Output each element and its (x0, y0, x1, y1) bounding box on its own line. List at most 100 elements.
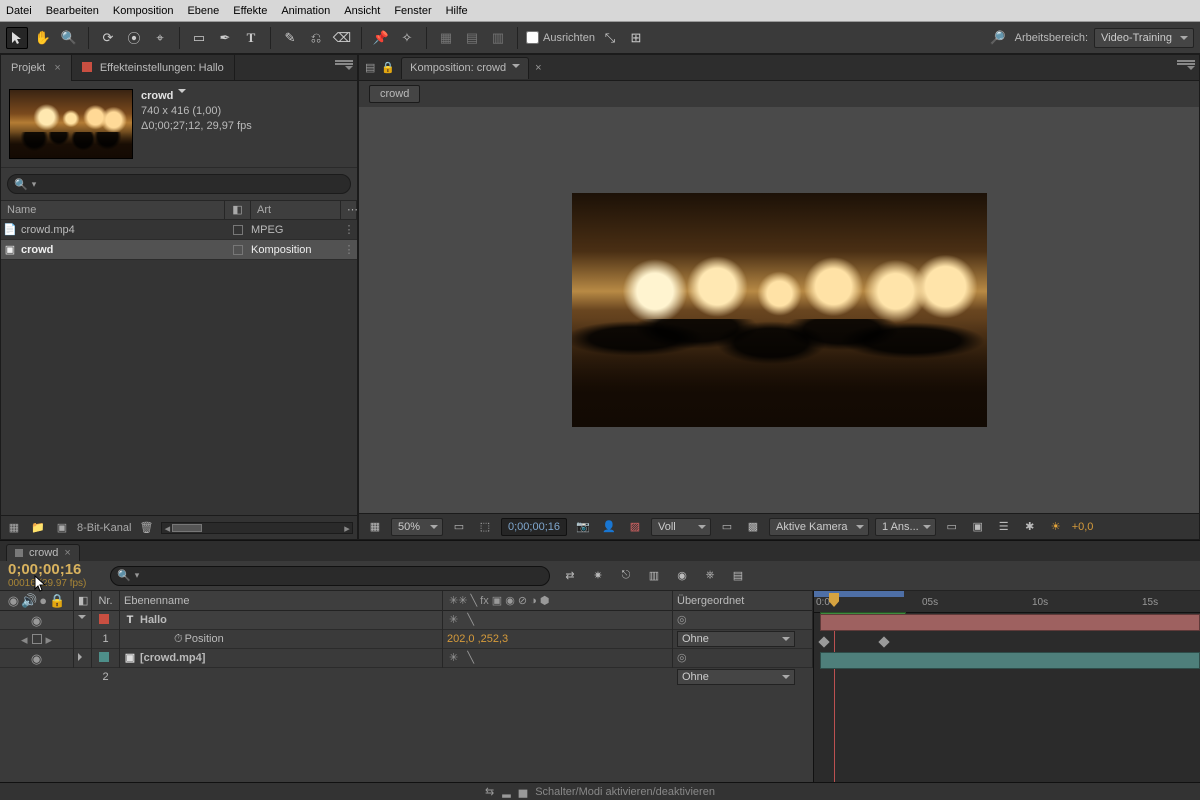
panel-menu-icon[interactable] (1177, 60, 1195, 74)
keyframe-icon[interactable] (818, 636, 829, 647)
layer-indicator-icon[interactable]: ▤ (365, 61, 375, 74)
zoom-in-icon[interactable]: ▅ (519, 785, 527, 798)
roto-tool-icon[interactable]: ✧ (396, 27, 418, 49)
motion-blur-icon[interactable]: ◉ (672, 566, 692, 586)
misc-tool-3-icon[interactable]: ▥ (487, 27, 509, 49)
layer-row[interactable]: ◉ 1 THallo ✳ ╲ ◎ Ohne (0, 611, 813, 630)
rotate-tool-icon[interactable]: ⟳ (97, 27, 119, 49)
grid-icon[interactable]: ▦ (365, 517, 385, 537)
audio-col-icon[interactable]: 🔊 (21, 591, 37, 611)
col-parent[interactable]: Übergeordnet (673, 591, 813, 611)
breadcrumb[interactable]: crowd (369, 85, 420, 103)
quality-dropdown[interactable]: Voll (651, 518, 711, 536)
hide-shy-icon[interactable]: ⎋ (616, 566, 636, 586)
lock-icon[interactable]: 🔒 (381, 61, 395, 74)
align-checkbox[interactable] (526, 31, 539, 44)
lock-col-icon[interactable]: 🔒 (49, 591, 65, 611)
trash-icon[interactable]: 🗑 (137, 519, 155, 537)
menu-file[interactable]: Datei (6, 5, 32, 17)
zoom-tool-icon[interactable]: 🔍 (58, 27, 80, 49)
panel-menu-icon[interactable] (335, 60, 353, 74)
row-label[interactable] (225, 225, 251, 235)
close-icon[interactable]: × (54, 62, 60, 74)
col-layer[interactable]: Ebenenname (120, 591, 443, 611)
current-time-field[interactable]: 0;00;00;16 (501, 518, 567, 536)
snapshot-icon[interactable]: 📷 (573, 517, 593, 537)
scroll-left-icon[interactable]: ◂ (162, 524, 172, 534)
video-col-icon[interactable]: ◉ (8, 591, 19, 611)
add-keyframe-icon[interactable] (32, 634, 42, 644)
toggle-transparency-icon[interactable]: ▭ (717, 517, 737, 537)
bpc-toggle[interactable]: 8-Bit-Kanal (77, 522, 131, 534)
project-search[interactable]: 🔍 ▾ (7, 174, 351, 194)
draft-3d-icon[interactable]: ✷ (588, 566, 608, 586)
layer-switches[interactable]: ✳ ╲ (443, 649, 673, 668)
layer-bar[interactable] (820, 652, 1200, 669)
pixel-aspect-icon[interactable]: ▭ (942, 517, 962, 537)
pickwhip-icon[interactable]: ◎ (677, 614, 687, 626)
zoom-out-icon[interactable]: ▂ (502, 785, 510, 798)
stamp-tool-icon[interactable]: ⎌ (305, 27, 327, 49)
brainstorm-icon[interactable]: ⎈ (700, 566, 720, 586)
property-value[interactable]: 202,0 ,252,3 (447, 630, 508, 649)
toggle-mask-icon[interactable]: ▩ (743, 517, 763, 537)
project-row[interactable]: ▣ crowd Komposition ⋮ (1, 240, 357, 260)
twirl-down-icon[interactable] (78, 615, 86, 623)
menu-effects[interactable]: Effekte (233, 5, 267, 17)
reset-exposure-icon[interactable]: ☀ (1046, 517, 1066, 537)
timeline-search[interactable]: 🔍 ▾ (110, 566, 550, 586)
timeline-icon[interactable]: ☰ (994, 517, 1014, 537)
timeline-tab[interactable]: crowd × (6, 544, 80, 561)
exposure-value[interactable]: +0,0 (1072, 521, 1094, 533)
menu-composition[interactable]: Komposition (113, 5, 174, 17)
col-nr[interactable]: Nr. (92, 591, 120, 611)
selection-tool-icon[interactable] (6, 27, 28, 49)
fast-preview-icon[interactable]: ▣ (968, 517, 988, 537)
toggle-switches-icon[interactable]: ⇆ (485, 785, 494, 798)
search-icon[interactable]: 🔎 (987, 27, 1009, 49)
menu-edit[interactable]: Bearbeiten (46, 5, 99, 17)
pickwhip-icon[interactable]: ◎ (677, 652, 687, 664)
menu-help[interactable]: Hilfe (446, 5, 468, 17)
close-icon[interactable]: × (64, 547, 70, 559)
menu-layer[interactable]: Ebene (187, 5, 219, 17)
comp-tab[interactable]: Komposition: crowd (401, 57, 529, 79)
rect-tool-icon[interactable]: ▭ (188, 27, 210, 49)
layer-switches[interactable]: ✳ ╲ (443, 611, 673, 630)
scroll-thumb[interactable] (172, 524, 202, 532)
col-name[interactable]: Name (1, 200, 225, 220)
prev-keyframe-icon[interactable]: ◂ (21, 630, 28, 649)
align-toggle[interactable]: Ausrichten (526, 31, 595, 44)
misc-tool-1-icon[interactable]: ▦ (435, 27, 457, 49)
new-comp-icon[interactable]: ▣ (53, 519, 71, 537)
menu-view[interactable]: Ansicht (344, 5, 380, 17)
eraser-tool-icon[interactable]: ⌫ (331, 27, 353, 49)
composition-viewer[interactable] (359, 107, 1199, 513)
close-icon[interactable]: × (535, 62, 541, 74)
keyframe-icon[interactable] (878, 636, 889, 647)
comp-flowchart-icon[interactable]: ✱ (1020, 517, 1040, 537)
video-toggle-icon[interactable]: ◉ (31, 611, 42, 630)
layer-row[interactable]: ◉ 2 ▣[crowd.mp4] ✳ ╲ ◎ Ohne (0, 649, 813, 668)
parent-dropdown[interactable]: Ohne (677, 631, 795, 647)
camera-dropdown[interactable]: Aktive Kamera (769, 518, 869, 536)
interpret-footage-icon[interactable]: ▦ (5, 519, 23, 537)
views-dropdown[interactable]: 1 Ans... (875, 518, 936, 536)
label-col-icon[interactable]: ◧ (74, 591, 92, 611)
track-tool-icon[interactable]: ⌖ (149, 27, 171, 49)
timeline-time[interactable]: 0;00;00;16 00016 (29.97 fps) (0, 560, 110, 592)
toggle-switches-label[interactable]: Schalter/Modi aktivieren/deaktivieren (535, 786, 715, 798)
text-tool-icon[interactable]: T (240, 27, 262, 49)
project-scrollbar[interactable]: ◂ ▸ (161, 522, 353, 534)
next-keyframe-icon[interactable]: ▸ (46, 630, 53, 649)
label-color[interactable] (99, 614, 109, 624)
resolution-icon[interactable]: ▭ (449, 517, 469, 537)
label-color[interactable] (99, 652, 109, 662)
tab-effect-controls[interactable]: Effekteinstellungen: Hallo (72, 55, 235, 81)
col-label[interactable]: ◧ (225, 200, 251, 220)
snap-icon[interactable]: ⤡ (599, 27, 621, 49)
tracks-area[interactable] (814, 613, 1200, 782)
col-type[interactable]: Art (251, 200, 341, 220)
scroll-right-icon[interactable]: ▸ (342, 524, 352, 534)
new-folder-icon[interactable]: 📁 (29, 519, 47, 537)
